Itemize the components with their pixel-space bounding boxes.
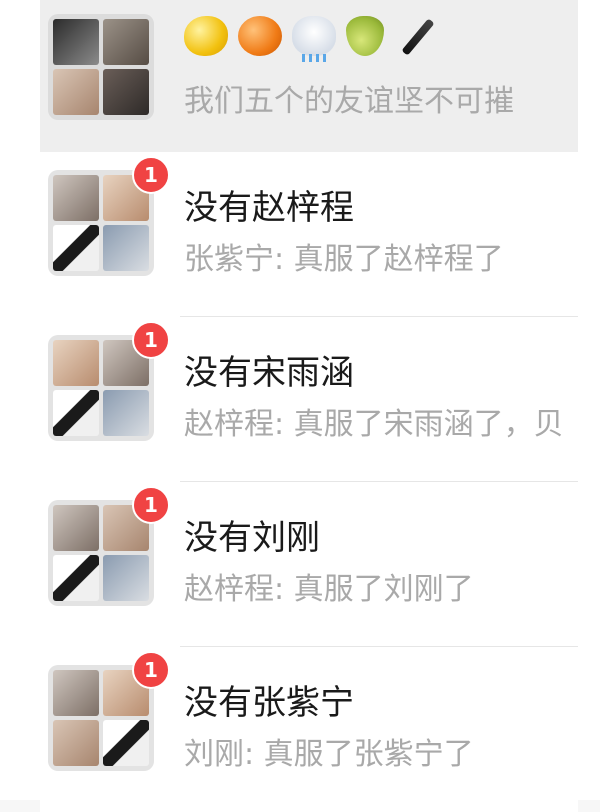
right-margin: [578, 0, 600, 800]
lemon-icon: [184, 16, 228, 56]
chat-preview: 赵梓程: 真服了宋雨涵了，贝: [184, 407, 564, 442]
unread-badge: 1: [132, 156, 170, 194]
chat-row[interactable]: 1 没有张紫宁 刘刚: 真服了张紫宁了: [40, 647, 578, 812]
chat-preview: 我们五个的友谊坚不可摧: [184, 84, 514, 119]
chat-row[interactable]: 1 没有刘刚 赵梓程: 真服了刘刚了: [40, 482, 578, 647]
pear-icon: [346, 16, 384, 56]
unread-badge: 1: [132, 321, 170, 359]
unread-badge: 1: [132, 486, 170, 524]
chat-preview: 赵梓程: 真服了刘刚了: [184, 572, 474, 607]
group-avatar: [48, 14, 154, 120]
left-margin: [0, 0, 40, 800]
chat-title-emojis: [184, 14, 438, 62]
chat-row[interactable]: 1 没有赵梓程 张紫宁: 真服了赵梓程了: [40, 152, 578, 317]
chat-title: 没有张紫宁: [184, 683, 354, 723]
rain-cloud-icon: [292, 16, 336, 62]
unread-badge: 1: [132, 651, 170, 689]
orange-icon: [238, 16, 282, 56]
chat-preview: 张紫宁: 真服了赵梓程了: [184, 242, 504, 277]
chat-title: 没有宋雨涵: [184, 353, 354, 393]
fountain-pen-icon: [394, 14, 438, 58]
chat-title: 没有赵梓程: [184, 188, 354, 228]
chat-preview: 刘刚: 真服了张紫宁了: [184, 737, 474, 772]
chat-row-pinned-group[interactable]: 我们五个的友谊坚不可摧: [40, 0, 578, 152]
chat-title: 没有刘刚: [184, 518, 320, 558]
chat-list: 我们五个的友谊坚不可摧 1 没有赵梓程 张紫宁: 真服了赵梓程了 1 没有宋雨涵…: [40, 0, 578, 812]
chat-row[interactable]: 1 没有宋雨涵 赵梓程: 真服了宋雨涵了，贝: [40, 317, 578, 482]
